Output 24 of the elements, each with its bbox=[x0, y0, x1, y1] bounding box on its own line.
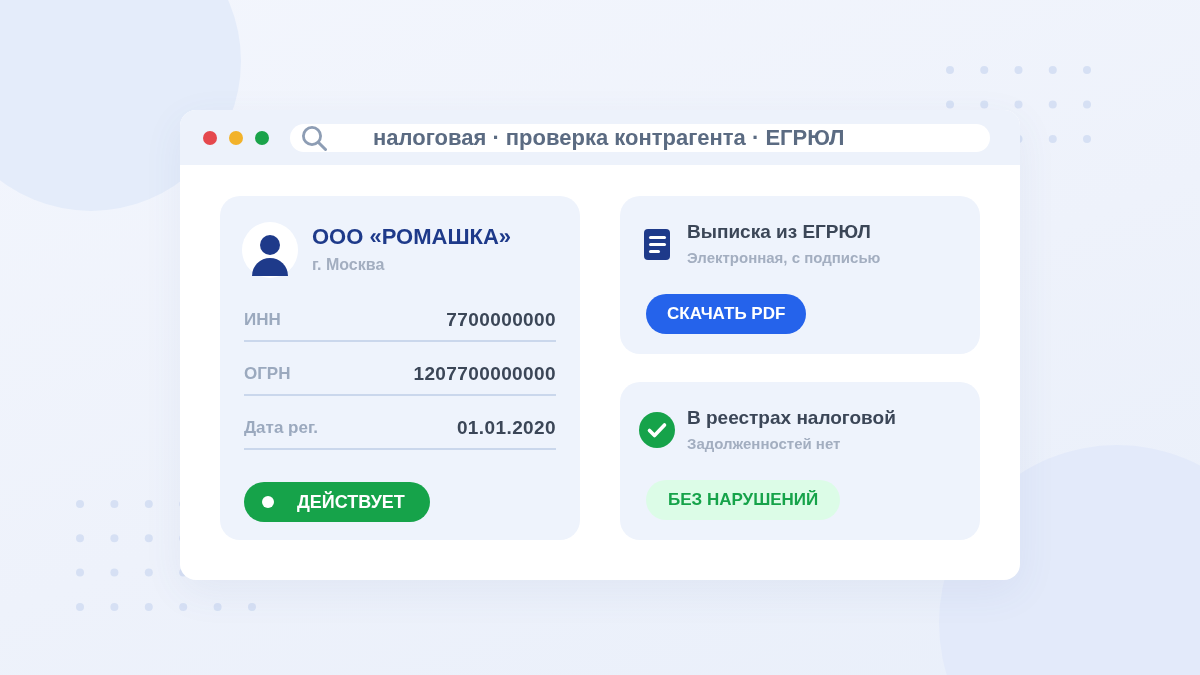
check-circle-icon bbox=[639, 412, 675, 448]
address-bar[interactable]: налоговая · проверка контрагента · ЕГРЮЛ bbox=[290, 123, 990, 152]
card-title: В реестрах налоговой bbox=[687, 406, 896, 430]
window-control-button[interactable] bbox=[255, 130, 269, 145]
field-value: 1207700000000 bbox=[413, 362, 556, 386]
window-control-button[interactable] bbox=[203, 130, 217, 145]
card-subtitle: Электронная, с подписью bbox=[687, 248, 881, 268]
status-text: ДЕЙСТВУЕТ bbox=[297, 491, 405, 513]
field-label: ОГРН bbox=[244, 363, 291, 385]
window-control-button[interactable] bbox=[229, 130, 243, 145]
field-label: Дата рег. bbox=[244, 417, 318, 439]
result-badge: БЕЗ НАРУШЕНИЙ bbox=[646, 480, 841, 520]
avatar-icon bbox=[242, 222, 298, 278]
status-dot-icon bbox=[262, 496, 274, 508]
card-subtitle: Задолженностей нет bbox=[687, 434, 842, 454]
company-city: г. Москва bbox=[312, 255, 386, 275]
company-name: ООО «РОМАШКА» bbox=[312, 224, 512, 250]
field-value: 01.01.2020 bbox=[456, 416, 556, 440]
document-icon bbox=[644, 228, 670, 260]
card-title: Выписка из ЕГРЮЛ bbox=[687, 220, 872, 244]
download-button[interactable]: СКАЧАТЬ PDF bbox=[646, 294, 807, 334]
search-icon bbox=[301, 124, 327, 151]
field-label: ИНН bbox=[244, 309, 281, 331]
field-value: 7700000000 bbox=[446, 308, 556, 332]
